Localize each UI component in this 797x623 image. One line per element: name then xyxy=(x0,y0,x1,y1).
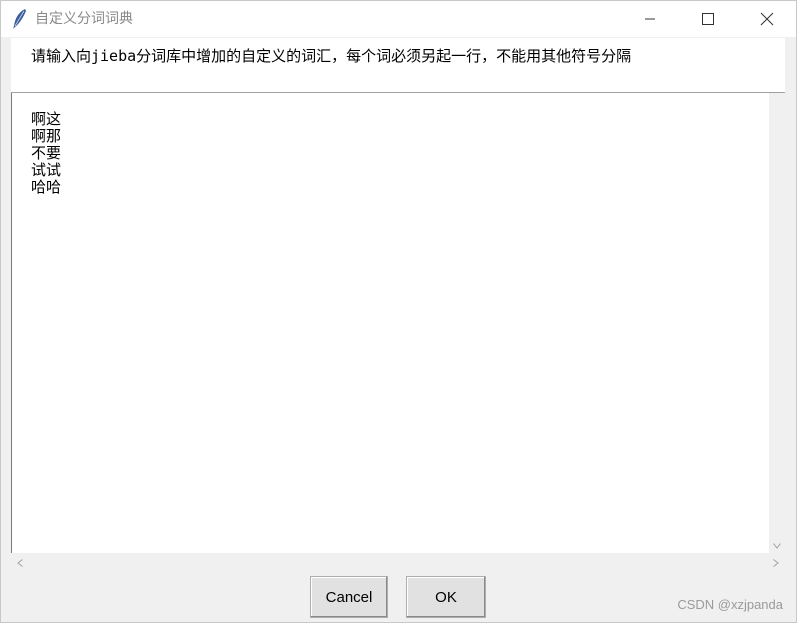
scroll-left-icon[interactable] xyxy=(17,559,23,567)
word-line: 啊那 xyxy=(31,127,62,145)
window-title: 自定义分词词典 xyxy=(35,11,133,27)
title-bar[interactable]: 自定义分词词典 xyxy=(1,1,796,37)
word-line: 啊这 xyxy=(31,110,62,128)
instruction-panel: 请输入向jieba分词库中增加的自定义的词汇，每个词必须另起一行，不能用其他符号… xyxy=(11,38,785,93)
maximize-button[interactable] xyxy=(685,1,731,37)
custom-words-textarea[interactable]: 啊这 啊那 不要 试试 哈哈 xyxy=(11,93,769,553)
scroll-right-icon[interactable] xyxy=(773,559,779,567)
cancel-button[interactable]: Cancel xyxy=(310,576,388,618)
word-line: 不要 xyxy=(31,144,62,162)
horizontal-scrollbar[interactable] xyxy=(11,555,785,571)
maximize-icon xyxy=(702,13,714,25)
close-icon xyxy=(760,12,774,26)
minimize-button[interactable] xyxy=(627,1,673,37)
feather-icon xyxy=(13,9,26,29)
minimize-icon xyxy=(645,18,655,20)
close-button[interactable] xyxy=(744,1,790,37)
word-line: 试试 xyxy=(31,161,62,179)
word-line: 哈哈 xyxy=(31,178,62,196)
watermark: CSDN @xzjpanda xyxy=(677,597,783,612)
instruction-label: 请输入向jieba分词库中增加的自定义的词汇，每个词必须另起一行，不能用其他符号… xyxy=(31,47,632,65)
ok-button[interactable]: OK xyxy=(406,576,486,618)
scroll-down-icon[interactable] xyxy=(773,543,781,549)
textarea-content[interactable]: 啊这 啊那 不要 试试 哈哈 xyxy=(31,111,61,196)
vertical-scrollbar[interactable] xyxy=(769,93,785,553)
